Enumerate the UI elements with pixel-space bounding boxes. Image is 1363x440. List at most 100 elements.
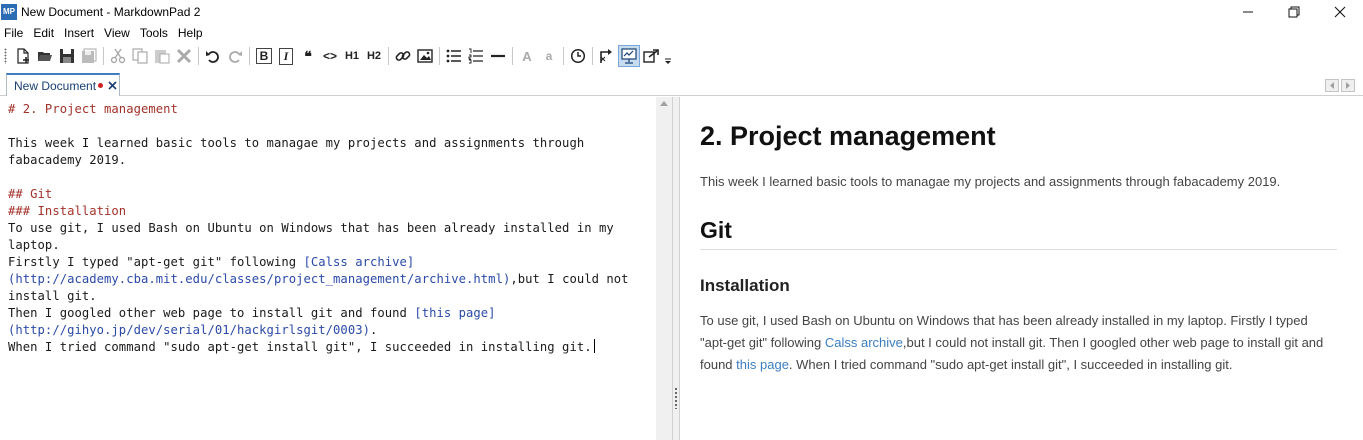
toolbar-grip[interactable]	[4, 48, 7, 64]
timestamp-button[interactable]	[567, 45, 589, 67]
editor-line: This week I learned basic tools to manag…	[8, 136, 592, 167]
lowercase-icon: a	[545, 49, 553, 63]
html-preview: 2. Project management This week I learne…	[680, 97, 1363, 440]
toolbar-separator	[198, 47, 199, 65]
horizontal-rule-icon	[491, 54, 505, 58]
heading2-button[interactable]: H2	[363, 45, 385, 67]
tab-scroll-right-button[interactable]	[1341, 79, 1355, 92]
scroll-up-icon[interactable]	[660, 101, 668, 106]
live-preview-button[interactable]	[618, 45, 640, 67]
close-button[interactable]	[1317, 0, 1363, 23]
text-cursor	[593, 339, 595, 353]
export-button[interactable]	[640, 45, 662, 67]
preview-paragraph: To use git, I used Bash on Ubuntu on Win…	[700, 310, 1337, 376]
open-button[interactable]	[34, 45, 56, 67]
unsaved-indicator-icon	[98, 83, 104, 88]
quote-button[interactable]: ❝	[297, 45, 319, 67]
new-document-icon	[17, 48, 29, 64]
bold-icon: B	[255, 48, 273, 64]
preview-link-class-archive[interactable]: Calss archive	[825, 335, 903, 350]
toolbar-separator	[103, 47, 104, 65]
paste-button[interactable]	[151, 45, 173, 67]
toolbar-separator	[439, 47, 440, 65]
cut-button[interactable]	[107, 45, 129, 67]
lowercase-button[interactable]: a	[538, 45, 560, 67]
restore-icon	[1288, 6, 1300, 17]
unordered-list-button[interactable]	[443, 45, 465, 67]
save-button[interactable]	[56, 45, 78, 67]
live-preview-icon	[621, 48, 637, 64]
copy-button[interactable]	[129, 45, 151, 67]
export-icon	[643, 49, 659, 63]
tab-scroll-controls	[1325, 79, 1355, 92]
timestamp-icon	[570, 48, 586, 64]
tab-new-document[interactable]: New Document	[6, 73, 120, 96]
editor-scrollbar[interactable]	[656, 97, 672, 440]
toolbar-overflow-button[interactable]	[662, 45, 674, 67]
toolbar-overflow-icon	[665, 58, 671, 64]
bold-button[interactable]: B	[253, 45, 275, 67]
restore-button[interactable]	[1271, 0, 1317, 23]
preview-heading-3: Installation	[700, 276, 790, 295]
preview-toggle-icon	[600, 49, 612, 63]
document-tab-strip: New Document	[0, 69, 1363, 96]
menu-edit[interactable]: Edit	[28, 26, 59, 40]
pane-splitter[interactable]	[672, 97, 680, 440]
save-all-button[interactable]	[78, 45, 100, 67]
italic-button[interactable]: I	[275, 45, 297, 67]
redo-icon	[229, 51, 242, 63]
ordered-list-icon	[468, 48, 483, 64]
chevron-right-icon	[1346, 82, 1350, 89]
preview-toggle-button[interactable]	[596, 45, 618, 67]
unordered-list-icon	[446, 49, 461, 63]
horizontal-rule-button[interactable]	[487, 45, 509, 67]
preview-heading-1: 2. Project management	[700, 121, 996, 151]
open-folder-icon	[38, 52, 52, 61]
quote-icon: ❝	[304, 47, 312, 64]
preview-heading-2: Git	[700, 217, 1337, 250]
uppercase-button[interactable]: A	[516, 45, 538, 67]
toolbar-separator	[512, 47, 513, 65]
menu-help[interactable]: Help	[173, 26, 208, 40]
close-icon	[1334, 6, 1346, 17]
splitter-grip-icon[interactable]	[674, 387, 678, 409]
editor-content[interactable]: # 2. Project management This week I lear…	[8, 101, 652, 356]
delete-button[interactable]	[173, 45, 195, 67]
window-title: New Document - MarkdownPad 2	[21, 4, 201, 19]
undo-button[interactable]	[202, 45, 224, 67]
heading2-icon: H2	[366, 50, 382, 62]
preview-paragraph: This week I learned basic tools to manag…	[700, 174, 1281, 189]
image-button[interactable]	[414, 45, 436, 67]
tab-close-button[interactable]	[107, 80, 118, 91]
window-controls	[1225, 0, 1363, 23]
toolbar-separator	[249, 47, 250, 65]
save-all-icon	[82, 48, 97, 63]
menu-file[interactable]: File	[0, 26, 28, 40]
editor-line: # 2. Project management	[8, 102, 178, 116]
editor-line: To use git, I used Bash on Ubuntu on Win…	[8, 221, 622, 252]
code-button[interactable]: <>	[319, 45, 341, 67]
heading1-icon: H1	[344, 50, 360, 62]
menu-view[interactable]: View	[99, 26, 135, 40]
hyperlink-button[interactable]	[392, 45, 414, 67]
chevron-left-icon	[1330, 82, 1334, 89]
editor-line: When I tried command "sudo apt-get insta…	[8, 340, 592, 354]
new-document-button[interactable]	[12, 45, 34, 67]
menu-bar: File Edit Insert View Tools Help	[0, 23, 1363, 42]
redo-button[interactable]	[224, 45, 246, 67]
preview-link-this-page[interactable]: this page	[736, 357, 789, 372]
editor-line: Then I googled other web page to install…	[8, 306, 415, 320]
editor-line: ## Git	[8, 187, 53, 201]
close-icon	[108, 81, 117, 90]
tab-scroll-left-button[interactable]	[1325, 79, 1339, 92]
editor-line: ### Installation	[8, 204, 127, 218]
menu-insert[interactable]: Insert	[59, 26, 99, 40]
menu-tools[interactable]: Tools	[135, 26, 173, 40]
markdown-editor[interactable]: # 2. Project management This week I lear…	[0, 97, 656, 440]
minimize-button[interactable]	[1225, 0, 1271, 23]
heading1-button[interactable]: H1	[341, 45, 363, 67]
uppercase-icon: A	[522, 48, 532, 64]
ordered-list-button[interactable]	[465, 45, 487, 67]
hyperlink-icon	[395, 51, 411, 61]
title-bar: MP New Document - MarkdownPad 2	[0, 0, 1363, 23]
